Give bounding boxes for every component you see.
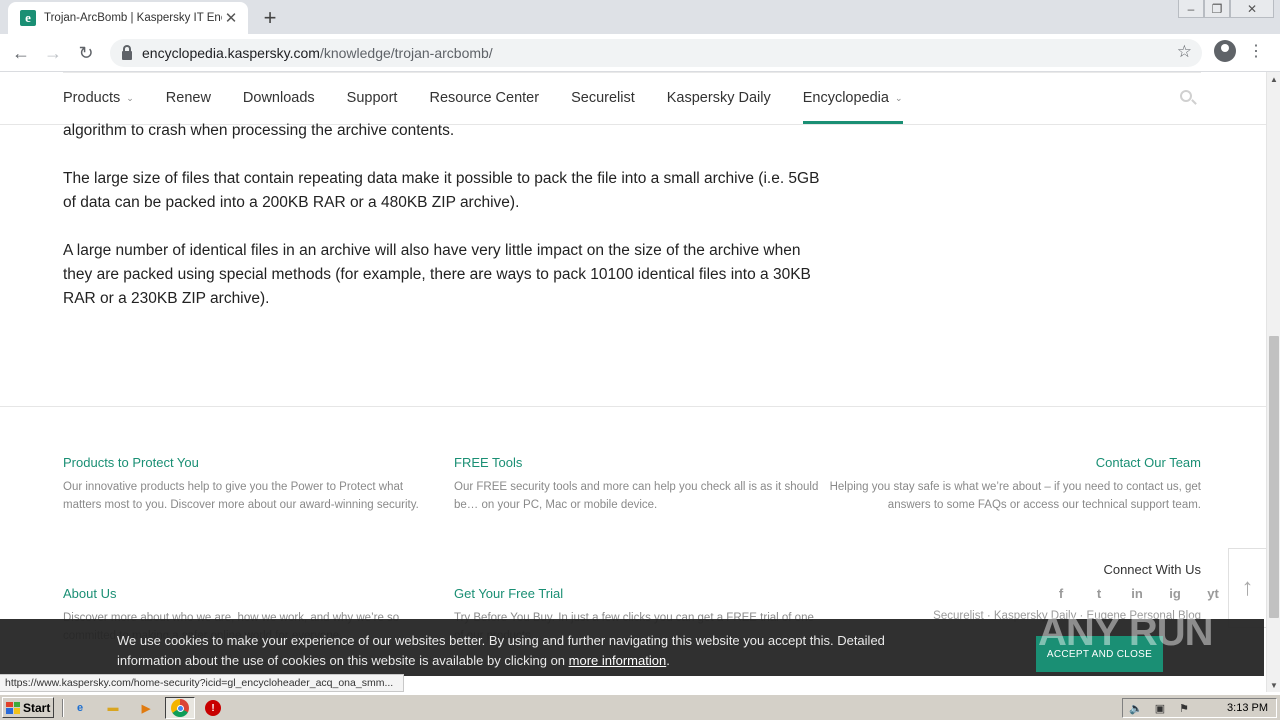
article-paragraph: algorithm to crash when processing the a… <box>63 122 455 139</box>
linkedin-icon[interactable]: in <box>1126 584 1148 602</box>
flag-icon[interactable]: ⚑ <box>1177 702 1191 715</box>
taskbar: Start e ▬ ▶ ! 🔈 ▣ ⚑ 3:13 PM <box>0 694 1280 720</box>
nav-item-encyclopedia[interactable]: Encyclopedia ⌄ <box>802 72 903 124</box>
url-text: encyclopedia.kaspersky.com/knowledge/tro… <box>142 45 493 61</box>
search-icon[interactable] <box>1180 90 1192 102</box>
start-button[interactable]: Start <box>2 697 54 718</box>
lock-icon <box>122 44 132 60</box>
article-paragraph: A large number of identical files in an … <box>63 242 811 307</box>
scroll-to-top-button[interactable]: ↑ <box>1228 548 1266 628</box>
footer-divider <box>0 406 1266 407</box>
tab-strip: e Trojan-ArcBomb | Kaspersky IT Ency ✕ +… <box>0 0 1280 34</box>
footer-tools-text: Our FREE security tools and more can hel… <box>454 481 819 511</box>
footer-contact: Contact Our Team Helping you stay safe i… <box>829 455 1201 514</box>
windows-logo-icon <box>6 701 20 714</box>
nav-item-label: Resource Center <box>429 90 540 106</box>
article-paragraph: The large size of files that contain rep… <box>63 170 820 211</box>
nav-item-label: Downloads <box>242 90 315 106</box>
footer-trial-title[interactable]: Get Your Free Trial <box>454 586 826 601</box>
connect-title: Connect With Us <box>1103 562 1201 577</box>
profile-avatar-icon[interactable] <box>1214 40 1236 62</box>
volume-icon[interactable]: 🔈 <box>1129 702 1143 715</box>
site-navigation: Products ⌄ Renew Downloads Support Resource C… <box>0 72 1266 125</box>
nav-item-resource-center[interactable]: Resource Center <box>429 72 539 124</box>
youtube-icon[interactable]: yt <box>1202 584 1224 602</box>
nav-item-label: Products <box>63 90 121 106</box>
kaspersky-favicon-icon: e <box>20 10 36 26</box>
explorer-folder-icon[interactable]: ▬ <box>104 699 122 717</box>
footer-tools: FREE Tools Our FREE security tools and m… <box>454 455 826 514</box>
nav-item-label: Securelist <box>571 90 635 106</box>
browser-tab[interactable]: e Trojan-ArcBomb | Kaspersky IT Ency ✕ <box>8 2 248 34</box>
footer-contact-text: Helping you stay safe is what we’re abou… <box>829 481 1201 511</box>
network-icon[interactable]: ▣ <box>1153 702 1167 715</box>
cookie-text: We use cookies to make your experience o… <box>117 633 885 668</box>
nav-item-label: Encyclopedia <box>802 90 889 106</box>
chrome-icon <box>171 699 189 717</box>
chevron-down-icon: ⌄ <box>126 92 134 103</box>
window-close-icon[interactable]: ✕ <box>1230 0 1274 18</box>
start-label: Start <box>23 700 51 715</box>
new-tab-button[interactable]: + <box>258 5 282 30</box>
status-url: https://www.kaspersky.com/home-security?… <box>0 674 405 692</box>
scroll-thumb[interactable] <box>1269 336 1279 618</box>
tab-close-icon[interactable]: ✕ <box>222 9 240 27</box>
instagram-icon[interactable]: ig <box>1164 584 1186 602</box>
forward-icon[interactable]: → <box>40 40 66 66</box>
twitter-icon[interactable]: t <box>1088 584 1110 602</box>
media-player-icon[interactable]: ▶ <box>137 699 155 717</box>
chevron-down-icon: ⌄ <box>894 92 903 103</box>
article-body: algorithm to crash when processing the a… <box>63 119 823 335</box>
browser-toolbar: ← → ↻ encyclopedia.kaspersky.com/knowled… <box>0 34 1280 72</box>
nav-item-support[interactable]: Support <box>347 72 398 124</box>
nav-item-kaspersky-daily[interactable]: Kaspersky Daily <box>667 72 771 124</box>
tab-title: Trojan-ArcBomb | Kaspersky IT Ency <box>44 12 222 24</box>
nav-list: Products ⌄ Renew Downloads Support Resource C… <box>63 72 935 124</box>
footer-products-title[interactable]: Products to Protect You <box>63 455 435 470</box>
social-links: f t in ig yt <box>1034 584 1224 602</box>
footer-products-text: Our innovative products help to give you… <box>63 481 419 511</box>
nav-item-renew[interactable]: Renew <box>166 72 211 124</box>
footer-contact-title[interactable]: Contact Our Team <box>829 455 1201 470</box>
nav-item-products[interactable]: Products ⌄ <box>63 72 134 124</box>
footer-products: Products to Protect You Our innovative p… <box>63 455 435 514</box>
system-tray: 🔈 ▣ ⚑ 3:13 PM <box>1122 698 1277 718</box>
vertical-scrollbar[interactable]: ▲ ▼ <box>1266 72 1280 692</box>
address-bar[interactable]: encyclopedia.kaspersky.com/knowledge/tro… <box>110 39 1202 67</box>
restore-icon[interactable]: ❐ <box>1204 0 1230 18</box>
scroll-up-icon[interactable]: ▲ <box>1267 72 1280 86</box>
footer-about-title[interactable]: About Us <box>63 586 435 601</box>
scroll-down-icon[interactable]: ▼ <box>1267 678 1280 692</box>
nav-item-label: Renew <box>165 90 211 106</box>
clock: 3:13 PM <box>1227 702 1268 714</box>
stop-icon[interactable]: ! <box>205 700 221 716</box>
anyrun-watermark: ANY RUN <box>1038 610 1214 654</box>
back-icon[interactable]: ← <box>8 40 34 66</box>
reload-icon[interactable]: ↻ <box>73 40 99 66</box>
minimize-icon[interactable]: – <box>1178 0 1204 18</box>
facebook-icon[interactable]: f <box>1050 584 1072 602</box>
footer-tools-title[interactable]: FREE Tools <box>454 455 826 470</box>
internet-explorer-icon[interactable]: e <box>71 699 89 717</box>
nav-item-label: Kaspersky Daily <box>666 90 771 106</box>
window-controls: – ❐ ✕ <box>1178 0 1274 18</box>
more-information-link[interactable]: more information <box>569 653 667 668</box>
browser-menu-icon[interactable]: ⋮ <box>1248 41 1264 61</box>
bookmark-star-icon[interactable]: ☆ <box>1177 42 1192 62</box>
nav-item-downloads[interactable]: Downloads <box>243 72 315 124</box>
nav-item-securelist[interactable]: Securelist <box>571 72 635 124</box>
nav-item-label: Support <box>346 90 398 106</box>
